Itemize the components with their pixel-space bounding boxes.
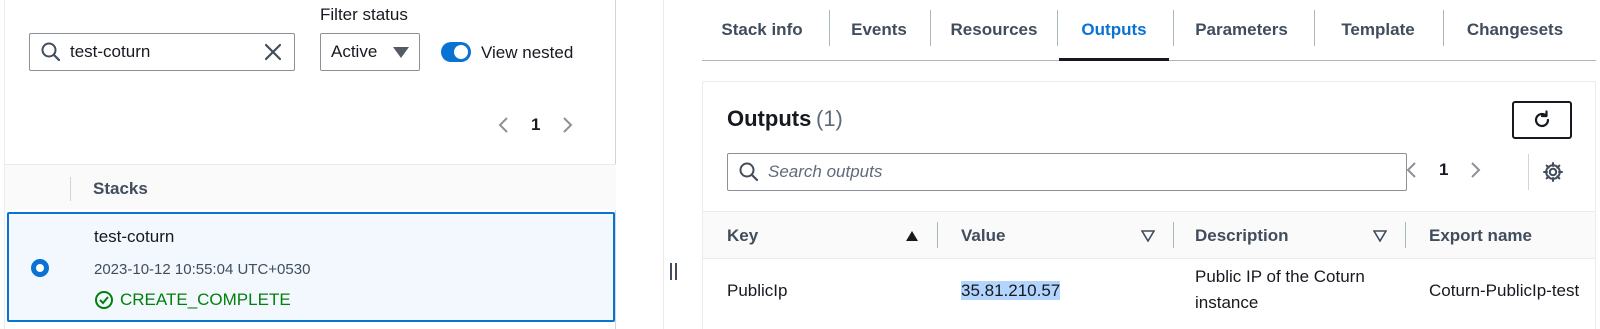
stack-status: CREATE_COMPLETE: [94, 290, 291, 310]
view-nested-toggle[interactable]: [441, 42, 471, 62]
tab-stack-info[interactable]: Stack info: [702, 0, 822, 60]
search-icon: [41, 42, 61, 62]
outputs-pagination: 1: [1403, 159, 1484, 181]
stacks-column-title: Stacks: [93, 179, 148, 198]
stack-detail-tabs: Stack info Events Resources Outputs Para…: [702, 0, 1596, 61]
tab-events[interactable]: Events: [830, 0, 928, 60]
outputs-count: (1): [816, 106, 843, 131]
tab-resources[interactable]: Resources: [931, 0, 1057, 60]
stacks-pagination: 1: [495, 114, 576, 136]
toolbar-divider: [1528, 154, 1529, 190]
success-check-icon: [95, 291, 113, 309]
resize-handle-icon[interactable]: [668, 263, 682, 281]
clear-icon[interactable]: [262, 41, 284, 63]
column-description[interactable]: Description: [1195, 226, 1289, 246]
tab-outputs[interactable]: Outputs: [1059, 0, 1169, 61]
settings-gear-icon[interactable]: [1542, 161, 1564, 183]
filter-status-select[interactable]: Active: [320, 33, 420, 71]
toggle-knob: [454, 45, 468, 59]
stack-status-text: CREATE_COMPLETE: [120, 290, 291, 309]
filter-status-value: Active: [331, 42, 378, 61]
search-icon: [739, 162, 759, 182]
refresh-button[interactable]: [1512, 101, 1572, 139]
page-number[interactable]: 1: [1439, 160, 1448, 180]
column-export-name[interactable]: Export name: [1429, 226, 1532, 246]
tab-parameters[interactable]: Parameters: [1175, 0, 1308, 60]
stack-search-value[interactable]: test-coturn: [70, 42, 262, 62]
page-number[interactable]: 1: [531, 115, 540, 135]
sort-unsorted-icon[interactable]: [1373, 230, 1387, 242]
stack-search-input[interactable]: test-coturn: [29, 33, 295, 71]
outputs-table-header: Key Value Description Export name: [703, 211, 1595, 259]
sort-unsorted-icon[interactable]: [1141, 230, 1155, 242]
output-export-name: Coturn-PublicIp-test: [1429, 281, 1579, 300]
chevron-right-icon[interactable]: [558, 114, 576, 136]
stack-row[interactable]: test-coturn 2023-10-12 10:55:04 UTC+0530…: [7, 212, 615, 322]
outputs-search-field[interactable]: [727, 153, 1407, 191]
column-key[interactable]: Key: [727, 226, 758, 246]
column-value[interactable]: Value: [961, 226, 1005, 246]
view-nested-label: View nested: [481, 43, 574, 62]
chevron-right-icon[interactable]: [1466, 159, 1484, 181]
stacks-panel: test-coturn Filter status Active View ne…: [4, 0, 616, 329]
stack-radio-selected[interactable]: [31, 259, 49, 277]
refresh-icon: [1534, 110, 1550, 128]
tab-template[interactable]: Template: [1316, 0, 1440, 60]
chevron-left-icon[interactable]: [495, 114, 513, 136]
output-value-text[interactable]: 35.81.210.57: [961, 281, 1061, 300]
outputs-title: Outputs: [727, 106, 812, 131]
filter-status-label: Filter status: [320, 5, 408, 24]
chevron-left-icon[interactable]: [1403, 159, 1421, 181]
column-divider: [70, 177, 71, 201]
outputs-search-input[interactable]: [768, 162, 1368, 182]
tab-changesets[interactable]: Changesets: [1445, 0, 1585, 60]
caret-down-icon: [393, 46, 409, 58]
sort-ascending-icon[interactable]: [905, 230, 919, 242]
stack-name[interactable]: test-coturn: [94, 227, 174, 247]
output-value[interactable]: 35.81.210.57: [961, 281, 1061, 301]
output-description: Public IP of the Coturn instance: [1195, 267, 1365, 312]
panel-splitter: [663, 0, 664, 329]
output-key: PublicIp: [727, 281, 788, 300]
outputs-container: Outputs (1) 1 Key Value: [702, 81, 1596, 329]
stacks-table-header: Stacks: [5, 164, 616, 210]
stack-timestamp: 2023-10-12 10:55:04 UTC+0530: [94, 261, 311, 278]
